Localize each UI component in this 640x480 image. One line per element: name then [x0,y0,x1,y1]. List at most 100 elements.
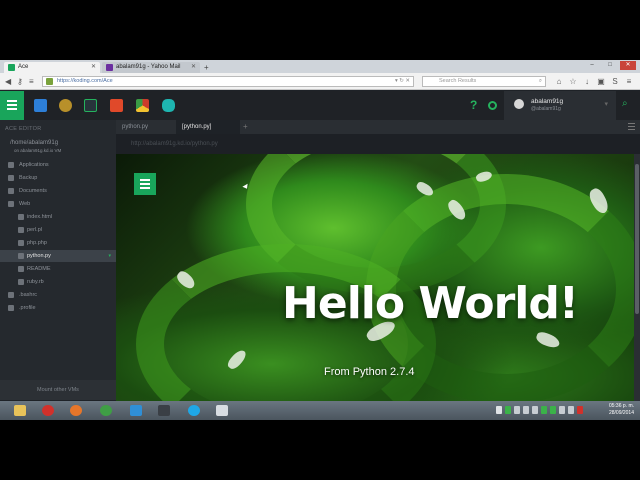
preview-scrollbar[interactable] [634,154,640,401]
bookmark-star-icon[interactable]: ☆ [568,76,578,87]
file-tree-item[interactable]: .bashrc [0,289,116,301]
tray-flag-icon[interactable] [568,406,574,414]
user-name: abalam91g [531,98,564,105]
file-tree-label: python.py [27,253,51,259]
avatar [514,99,524,109]
hello-heading: Hello World! [116,278,634,329]
tray-update-icon[interactable] [541,406,547,414]
tray-antivirus-icon[interactable] [577,406,583,414]
new-tab-icon[interactable]: + [204,62,209,73]
window-controls: – □ ✕ [584,61,636,70]
tab-python-editor[interactable]: python.py [116,120,176,134]
file-tree-item[interactable]: Web [0,198,116,210]
browser-tab-strip: Ace ✕ abalam91g - Yahoo Mail ✕ + – □ ✕ [0,60,640,73]
file-tree-sidebar: ACE EDITOR /home/abalam91g on abalam91g.… [0,120,116,400]
back-arrow-icon[interactable]: ◀ [5,76,11,87]
tray-battery-icon[interactable] [523,406,529,414]
tab-label: python.py [122,124,149,130]
reload-icon[interactable]: ▾ ↻ ✕ [395,77,410,86]
screenshot-icon[interactable]: ▣ [596,76,606,87]
close-window-button[interactable]: ✕ [620,61,636,70]
file-tree-label: Applications [19,162,49,168]
close-tab-icon[interactable]: ✕ [191,62,196,73]
taskbar-app-button[interactable] [152,403,176,418]
tab-python-preview[interactable]: [python.py] [176,120,240,134]
tray-usb-icon[interactable] [532,406,538,414]
identity-icon[interactable]: ⚷ [17,76,23,87]
close-tab-icon[interactable]: ✕ [91,62,96,73]
taskbar-app-button[interactable] [94,403,118,418]
user-menu[interactable]: abalam91g @abalam91g ▾ [504,91,616,120]
internet-explorer-icon [130,405,142,416]
taskbar-app-button[interactable] [64,403,88,418]
file-tree-label: php.php [27,240,47,246]
browser-tab-yahoo[interactable]: abalam91g - Yahoo Mail ✕ [102,62,200,73]
menu-list-icon[interactable]: ≡ [29,76,34,87]
tray-volume-icon[interactable] [559,406,565,414]
screen-capture-icon [158,405,170,416]
chevron-down-icon[interactable]: ▾ [108,250,111,262]
search-icon[interactable]: ⌕ [622,98,628,109]
folder-icon [8,188,14,194]
koding-menu-button[interactable] [0,91,24,120]
clock-date: 28/09/2014 [608,410,634,416]
koding-logo-icon [134,173,156,195]
search-input[interactable]: Search Results ⌕ [422,76,546,87]
add-tab-icon[interactable]: + [243,120,248,134]
hexagon-button[interactable] [156,91,180,120]
folder-icon [8,175,14,181]
browser-tab-ace[interactable]: Ace ✕ [4,62,100,73]
mount-vms-button[interactable]: Mount other VMs [0,380,116,400]
tray-shield-icon[interactable] [505,406,511,414]
terminal-button[interactable] [78,91,102,120]
file-tree-item[interactable]: index.html [0,211,116,223]
html5-button[interactable] [104,91,128,120]
taskbar-app-button[interactable] [182,403,206,418]
file-tree-label: Web [19,201,31,207]
taskbar-app-button[interactable] [124,403,148,418]
downloads-icon[interactable]: ↓ [582,76,592,87]
root-folder[interactable]: /home/abalam91g [10,140,58,146]
home-icon[interactable]: ⌂ [554,76,564,87]
file-tree-item[interactable]: python.py ▾ [0,250,116,262]
bitcoin-button[interactable] [53,91,77,120]
file-tree-label: perl.pl [27,227,42,233]
camera-icon [216,405,228,416]
file-tree-item[interactable]: Backup [0,172,116,184]
tab-label: [python.py] [182,124,212,130]
taskbar-app-button[interactable] [36,403,60,418]
url-bar[interactable]: https://koding.com/Ace ▾ ↻ ✕ [42,76,414,87]
panel-menu-icon[interactable] [628,123,635,132]
editor-tabs: python.py [python.py] + [116,120,640,134]
file-tree-item[interactable]: .profile [0,302,116,314]
chat-button[interactable] [28,91,52,120]
file-tree-item[interactable]: php.php [0,237,116,249]
file-icon [18,240,24,246]
system-clock[interactable]: 05:36 p. m. 28/09/2014 [609,403,634,417]
file-icon [18,214,24,220]
tray-arrow-icon[interactable] [496,406,502,414]
file-tree-item[interactable]: perl.pl [0,224,116,236]
maximize-button[interactable]: □ [602,61,618,70]
taskbar-app-button[interactable] [8,403,32,418]
file-tree-item[interactable]: Documents [0,185,116,197]
koding-favicon-icon [8,64,15,71]
tray-chat-icon[interactable] [550,406,556,414]
preview-pane: Hello World! From Python 2.7.4 [116,154,634,401]
help-icon[interactable]: ? [470,98,477,112]
file-tree-item[interactable]: ruby.rb [0,276,116,288]
preview-url-bar[interactable]: http://abalam91g.kd.io/python.py [116,134,640,154]
status-ring-icon[interactable] [488,101,497,110]
browser-toolbar-icons: ⌂ ☆ ↓ ▣ S ≡ [554,76,634,87]
minimize-button[interactable]: – [584,61,600,70]
taskbar-app-button[interactable] [210,403,234,418]
tray-network-icon[interactable] [514,406,520,414]
skype-addon-icon[interactable]: S [610,76,620,87]
file-tree-item[interactable]: Applications [0,159,116,171]
screen: Ace ✕ abalam91g - Yahoo Mail ✕ + – □ ✕ ◀… [0,60,640,420]
search-icon[interactable]: ⌕ [539,77,542,86]
file-tree-item[interactable]: README [0,263,116,275]
folder-icon [8,201,14,207]
hamburger-menu-icon[interactable]: ≡ [624,76,634,87]
chrome-app-button[interactable] [130,91,154,120]
